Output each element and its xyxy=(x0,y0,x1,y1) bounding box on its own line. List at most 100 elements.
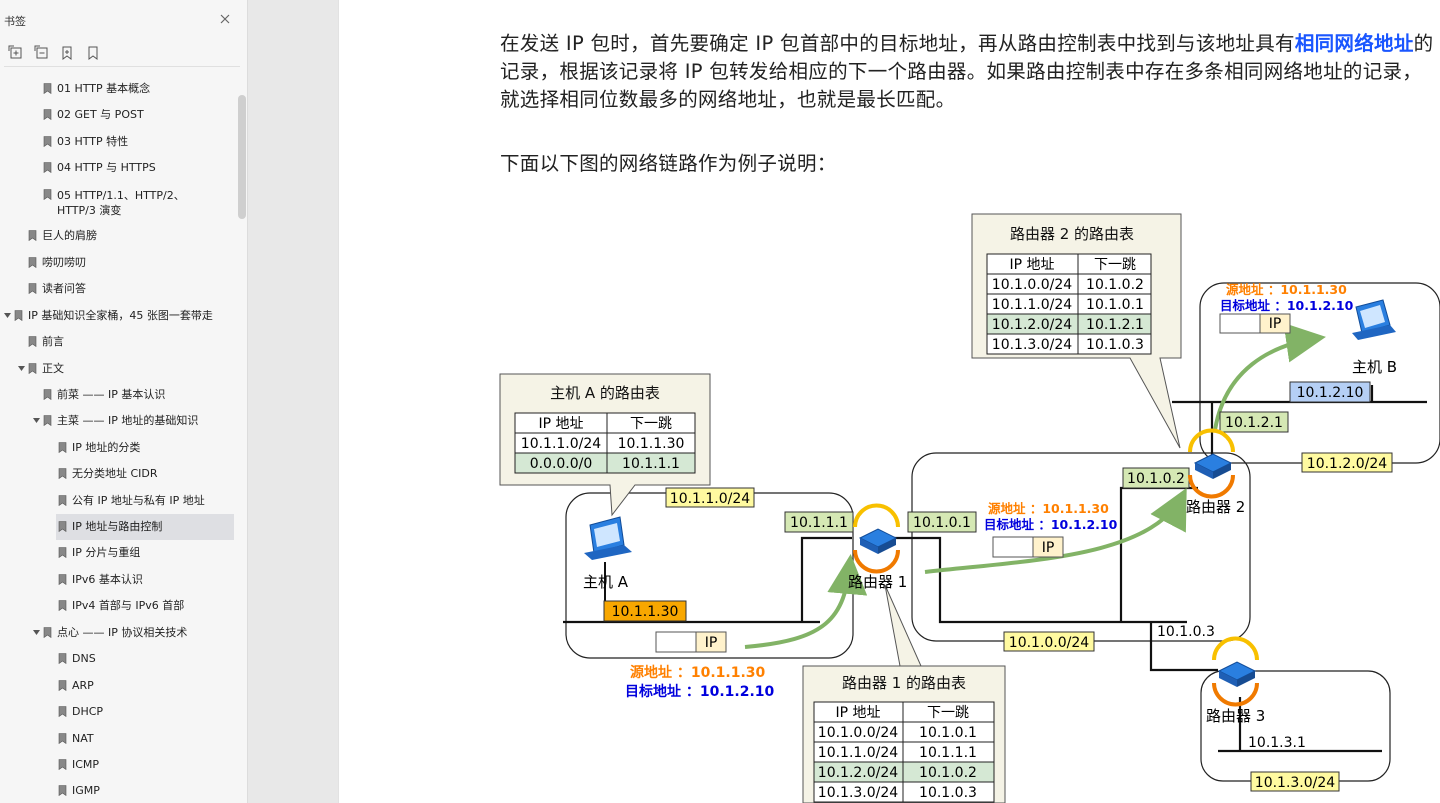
sidebar-item-label: IP 地址的分类 xyxy=(72,441,141,454)
sidebar-item-label: 唠叨唠叨 xyxy=(42,256,86,269)
sidebar-item-label: 05 HTTP/1.1、HTTP/2、HTTP/3 演变 xyxy=(57,189,185,217)
network-region-0 xyxy=(911,452,1251,642)
ip-packet-blank xyxy=(1219,313,1261,334)
sidebar-toolbar xyxy=(0,42,247,64)
bookmark-icon xyxy=(58,653,67,664)
ip-packet-label: IP xyxy=(1269,316,1282,332)
bookmark-icon xyxy=(14,310,23,321)
highlight-text: 相同网络地址 xyxy=(1294,32,1414,55)
add-bookmark-icon[interactable] xyxy=(59,45,75,61)
ip-packet-label: IP xyxy=(1042,540,1055,556)
paragraph-example: 下面以下图的网络链路作为例子说明： xyxy=(500,152,837,175)
chevron-down-icon[interactable] xyxy=(4,312,11,319)
bookmark-icon xyxy=(58,442,67,453)
sidebar-item-label: IP 基础知识全家桶，45 张图一套带走 xyxy=(28,309,213,322)
addr-label-text: 10.1.2.10 xyxy=(1297,385,1364,401)
sidebar-item-label: 公有 IP 地址与私有 IP 地址 xyxy=(72,494,205,507)
table-cell: 10.1.2.0/24 xyxy=(992,317,1073,333)
host-a-label: 主机 A xyxy=(583,573,629,591)
addr-label-text: 10.1.1.30 xyxy=(612,604,679,620)
chevron-down-icon[interactable] xyxy=(33,629,40,636)
sidebar-item-label: NAT xyxy=(72,732,94,745)
table-cell: 10.1.0.0/24 xyxy=(992,277,1073,293)
sidebar-item-label: 正文 xyxy=(42,362,64,375)
addr-text: 10.1.3.1 xyxy=(1248,735,1306,751)
paragraph-text: 在发送 IP 包时，首先要确定 IP 包首部中的目标地址，再从路由控制表中找到与… xyxy=(500,32,1295,55)
net-label-text: 10.1.1.0/24 xyxy=(670,491,751,507)
src-addr-label: 源地址 ：10.1.1.30 xyxy=(988,501,1109,516)
paragraph-routing: 在发送 IP 包时，首先要确定 IP 包首部中的目标地址，再从路由控制表中找到与… xyxy=(500,30,1436,114)
sidebar-divider xyxy=(4,66,240,67)
dst-addr-label: 目标地址 ：10.1.2.10 xyxy=(984,517,1118,532)
route-arrow xyxy=(744,554,868,649)
sidebar-header: 书签 xyxy=(0,0,247,40)
chevron-down-icon[interactable] xyxy=(18,365,25,372)
addr-label-text: 10.1.0.1 xyxy=(913,515,971,531)
bookmark-icon xyxy=(28,283,37,294)
table-cell: 10.1.3.0/24 xyxy=(992,337,1073,353)
bookmark-icon xyxy=(58,785,67,796)
sidebar-item-label: 01 HTTP 基本概念 xyxy=(57,82,151,95)
sidebar-item-label: 点心 —— IP 协议相关技术 xyxy=(57,626,188,639)
sidebar-item-selected[interactable]: IP 地址与路由控制 xyxy=(56,514,234,540)
router2-table-title: 路由器 2 的路由表 xyxy=(1010,225,1134,243)
sidebar-item-label: 主菜 —— IP 地址的基础知识 xyxy=(57,414,199,427)
sidebar-item-label: 前言 xyxy=(42,335,64,348)
chevron-down-icon[interactable] xyxy=(33,417,40,424)
router1-table-title: 路由器 1 的路由表 xyxy=(842,674,966,692)
router-icon xyxy=(853,503,900,574)
table-cell: 10.1.0.3 xyxy=(1086,337,1144,353)
sidebar-item-label: 03 HTTP 特性 xyxy=(57,135,129,148)
bookmark-icon xyxy=(28,363,37,374)
table-cell: 10.1.1.0/24 xyxy=(521,436,602,452)
bookmark-icon xyxy=(58,759,67,770)
net-label-text: 10.1.0.0/24 xyxy=(1009,635,1090,651)
router2-label: 路由器 2 xyxy=(1186,498,1245,516)
bookmark-icon xyxy=(28,336,37,347)
table-cell: 10.1.1.0/24 xyxy=(818,745,899,761)
table-header: 下一跳 xyxy=(1094,257,1136,273)
router1-label: 路由器 1 xyxy=(848,573,907,591)
sidebar-item-label: DNS xyxy=(72,652,96,665)
sidebar-item-label: 02 GET 与 POST xyxy=(57,108,144,121)
table-cell: 10.1.1.1 xyxy=(622,456,680,472)
bookmark-icon xyxy=(43,136,52,147)
bookmark-icon xyxy=(43,627,52,638)
computer-icon xyxy=(1352,299,1396,340)
collapse-all-icon[interactable] xyxy=(34,45,50,61)
network-region-3 xyxy=(1200,670,1391,782)
bookmark-icon xyxy=(28,257,37,268)
table-header: 下一跳 xyxy=(927,705,969,721)
sidebar-item-label: DHCP xyxy=(72,705,104,718)
sidebar-item-label: IPv6 基本认识 xyxy=(72,573,143,586)
host-b-label: 主机 B xyxy=(1352,358,1397,376)
table-cell: 10.1.0.0/24 xyxy=(818,725,899,741)
table-cell: 10.1.1.30 xyxy=(618,436,685,452)
src-addr-label: 源地址 ：10.1.1.30 xyxy=(630,664,766,681)
table-cell: 0.0.0.0/0 xyxy=(530,456,593,472)
document-gutter xyxy=(248,0,338,803)
bookmark-icon xyxy=(58,574,67,585)
net-label-text: 10.1.3.0/24 xyxy=(1255,775,1336,791)
addr-label-text: 10.1.2.1 xyxy=(1225,415,1283,431)
sidebar-item-label: IP 地址与路由控制 xyxy=(72,520,163,533)
table-header: IP 地址 xyxy=(1009,257,1054,273)
bookmark-icon xyxy=(43,389,52,400)
sidebar-scrollbar[interactable] xyxy=(238,95,246,219)
sidebar-item-label: IP 分片与重组 xyxy=(72,546,141,559)
host-a-table-title: 主机 A 的路由表 xyxy=(550,384,660,402)
bookmark-icon xyxy=(58,600,67,611)
expand-all-icon[interactable] xyxy=(8,45,24,61)
table-header: IP 地址 xyxy=(538,416,583,432)
bookmark-icon[interactable] xyxy=(85,45,101,61)
bookmark-sidebar: 书签 01 HTTP 基本概念 02 GET 与 POST 03 HTTP 特性… xyxy=(0,0,248,803)
ip-packet-blank xyxy=(992,536,1034,558)
table-header: IP 地址 xyxy=(835,705,880,721)
network-diagram: 主机 A 的路由表 IP 地址 下一跳 10.1.1.0/24 10.1.1.3… xyxy=(499,213,1440,803)
table-cell: 10.1.1.0/24 xyxy=(992,297,1073,313)
close-icon[interactable] xyxy=(218,12,232,26)
ip-packet-blank xyxy=(655,631,697,653)
table-cell: 10.1.2.0/24 xyxy=(818,765,899,781)
bookmark-icon xyxy=(28,230,37,241)
dst-addr-label: 目标地址 ：10.1.2.10 xyxy=(1220,298,1354,313)
